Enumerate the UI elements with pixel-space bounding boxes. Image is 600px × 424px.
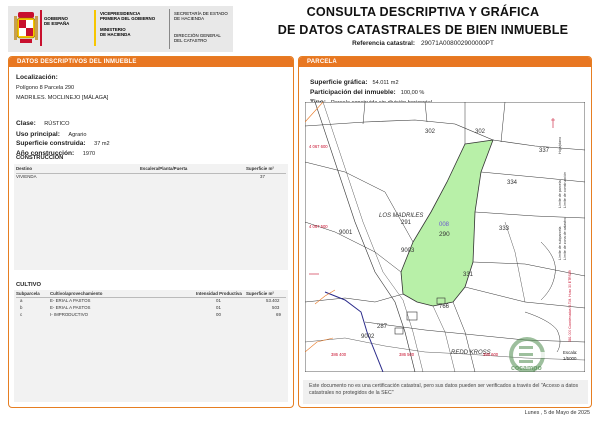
localizacion-line2: MADRILES. MOCLINEJO [MÁLAGA] (16, 95, 109, 101)
map-label: 302 (425, 129, 436, 135)
coat-of-arms-icon (14, 12, 38, 43)
map-label: 291 (401, 220, 412, 226)
construccion-title: CONSTRUCCIÓN (16, 155, 64, 161)
table-cell: 00 (216, 312, 221, 317)
map-label: 302 (475, 129, 486, 135)
cadastral-reference: Referencia catastral: 29071A008002900000P… (352, 40, 494, 47)
map-label: 287 (377, 324, 388, 330)
parcel-290-label: 290 (439, 231, 450, 238)
table-cell: VIVIENDA (16, 174, 37, 179)
utm-note: 381 000 Coordenadas U.T.M. Huso 30 ETRS8… (568, 270, 572, 342)
disclaimer-note: Este documento no es una certificación c… (303, 380, 588, 404)
localizacion-line1: Polígono 8 Parcela 290 (16, 85, 75, 91)
map-label: 331 (463, 272, 474, 278)
map-label: 008 (439, 222, 450, 228)
map-label: 766 (439, 304, 450, 310)
map-label: 333 (499, 226, 510, 232)
col-superficie: Superficie m² (246, 166, 274, 171)
gov-name: GOBIERNO DE ESPAÑA (44, 16, 70, 27)
col-escalera: Escalera/Planta/Puerta (140, 166, 188, 171)
table-cell: a (20, 298, 23, 303)
col-intensidad: Intensidad Productiva (196, 291, 242, 296)
cultivo-table: Subparcela Cultivo/aprovechamiento Inten… (14, 290, 288, 402)
table-cell: I- IMPRODUCTIVO (50, 312, 89, 317)
svg-text:Hoja/plano: Hoja/plano (558, 137, 562, 154)
table-cell: 69 (276, 312, 281, 317)
table-cell: 53.402 (266, 298, 280, 303)
coord-label: 386 500 (399, 352, 415, 357)
map-label: 9003 (401, 248, 415, 254)
map-label: 9002 (361, 334, 375, 340)
vice-presidency: VICEPRESIDENCIA PRIMERA DEL GOBIERNO (100, 11, 156, 22)
table-cell: E- ERIAL A PASTOS (50, 298, 91, 303)
construccion-table: Destino Escalera/Planta/Puerta Superfici… (14, 164, 288, 270)
svg-text:Límite de zona de catastro: Límite de zona de catastro (563, 218, 567, 260)
direccion: DIRECCIÓN GENERAL DEL CATASTRO (174, 33, 221, 44)
cultivo-title: CULTIVO (16, 282, 42, 288)
flag-stripe (40, 10, 42, 46)
svg-text:Límite de subparcela: Límite de subparcela (558, 227, 562, 260)
map-label: 337 (539, 148, 550, 154)
right-panel-title: PARCELA (299, 57, 591, 67)
svg-text:Límite de parcela: Límite de parcela (558, 180, 562, 208)
table-cell: E- ERIAL A PASTOS (50, 305, 91, 310)
table-divider (16, 173, 286, 174)
localizacion-label: Localización: (16, 74, 58, 81)
watermark-text: cocampo (511, 365, 542, 372)
table-cell: c (20, 312, 23, 317)
table-cell: 503 (272, 305, 280, 310)
page-title-line1: CONSULTA DESCRIPTIVA Y GRÁFICA (306, 5, 540, 19)
left-panel-title: DATOS DESCRIPTIVOS DEL INMUEBLE (9, 57, 293, 67)
svg-text:Límite de construcción: Límite de construcción (563, 172, 567, 208)
coord-label: 386 400 (331, 352, 347, 357)
table-cell: 01 (216, 305, 221, 310)
page-title-line2: DE DATOS CATASTRALES DE BIEN INMUEBLE (277, 23, 569, 37)
scale-label: Escala: (563, 350, 577, 355)
flag-divider (94, 10, 96, 46)
col-destino: Destino (16, 166, 33, 171)
ministry: MINISTERIO DE HACIENDA (100, 27, 131, 38)
col-cultivo: Cultivo/aprovechamiento (50, 291, 103, 296)
table-cell: b (20, 305, 23, 310)
scale-value: 1/5000 (563, 356, 577, 361)
header-divider (169, 9, 170, 49)
document-date: Lunes , 5 de Mayo de 2025 (524, 410, 590, 416)
table-cell: 01 (216, 298, 221, 303)
place-name: LOS MADRILES (379, 213, 423, 219)
map-label: 334 (507, 180, 518, 186)
svg-text:381 000 Coordenadas U.T.M. Hus: 381 000 Coordenadas U.T.M. Huso 30 ETRS8… (568, 270, 572, 342)
cadastral-map: 302 302 337 334 333 331 766 287 9001 900… (305, 102, 585, 372)
map-label: 9001 (339, 230, 353, 236)
coord-label: 4 067 600 (309, 144, 328, 149)
coord-label: 4 067 500 (309, 224, 328, 229)
coord-label: 386 600 (483, 352, 499, 357)
secretaria: SECRETARÍA DE ESTADO DE HACIENDA (174, 11, 228, 22)
col-superficie: Superficie m² (246, 291, 274, 296)
table-cell: 37 (260, 174, 265, 179)
col-subparcela: Subparcela (16, 291, 40, 296)
